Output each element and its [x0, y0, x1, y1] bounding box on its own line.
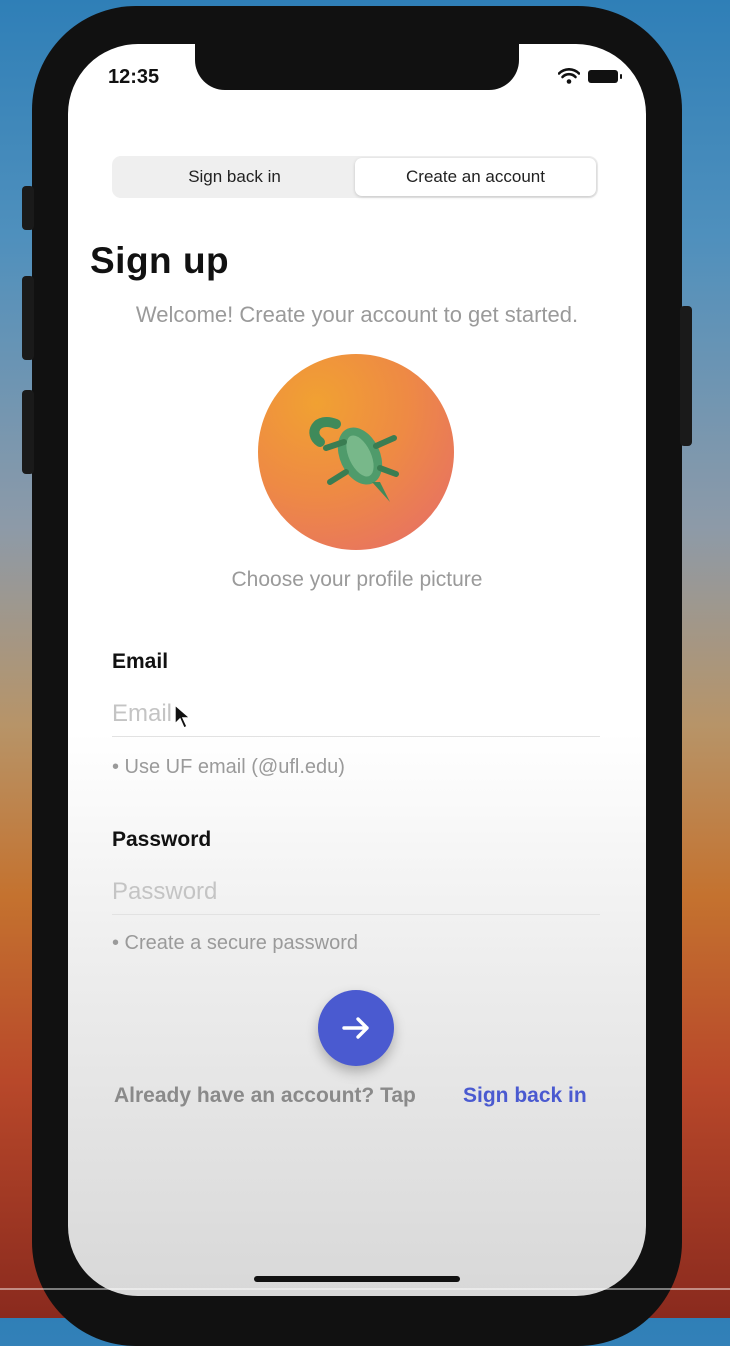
status-icons [558, 68, 622, 84]
auth-mode-segmented-control: Sign back in Create an account [112, 156, 598, 198]
battery-icon [588, 69, 622, 83]
alligator-icon [309, 417, 399, 502]
mouse-cursor-icon [174, 704, 192, 729]
app-screen: 12:35 Sign back in Create an account Sig… [68, 44, 646, 1296]
arrow-right-icon [342, 1017, 369, 1039]
password-hint: • Create a secure password [112, 932, 359, 954]
wifi-icon [558, 68, 580, 84]
footer-prompt: Already have an account? Tap [114, 1084, 416, 1107]
email-label: Email [112, 650, 169, 673]
power-button [680, 306, 692, 446]
profile-picture-caption: Choose your profile picture [231, 568, 483, 591]
home-indicator [254, 1276, 460, 1282]
sign-back-in-link[interactable]: Sign back in [463, 1084, 587, 1108]
volume-up-button [22, 276, 34, 360]
page-title: Sign up [90, 240, 230, 281]
segment-sign-back-in[interactable]: Sign back in [114, 158, 355, 196]
password-label: Password [112, 828, 212, 851]
segment-create-account[interactable]: Create an account [355, 158, 596, 196]
status-time: 12:35 [108, 66, 160, 88]
profile-picture-picker[interactable] [258, 354, 454, 550]
volume-down-button [22, 390, 34, 474]
mute-switch [22, 186, 34, 230]
password-field[interactable] [112, 870, 600, 915]
email-hint: • Use UF email (@ufl.edu) [112, 756, 345, 778]
notch [195, 44, 519, 90]
submit-button[interactable] [318, 990, 394, 1066]
page-subtitle: Welcome! Create your account to get star… [135, 302, 579, 327]
video-progress-line [0, 1288, 730, 1290]
